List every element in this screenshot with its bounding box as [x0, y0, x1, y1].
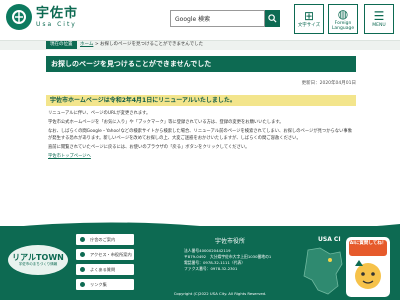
hamburger-icon: ☰	[373, 9, 385, 23]
realtown-subtitle: 宇佐市のまちづくり情報	[18, 261, 58, 266]
renewal-notice-text: 宇佐市ホームページは令和2年4月1日にリニューアルいたしました。	[50, 97, 236, 104]
breadcrumb-home-link[interactable]: ホーム	[80, 42, 93, 47]
search-icon	[268, 14, 277, 23]
paragraph: 宇佐市公式ホームページを「お気に入り」や「ブックマーク」等に登録されている方は、…	[48, 119, 284, 125]
text-size-icon: ⊞	[303, 9, 315, 23]
globe-icon: ◍	[337, 6, 349, 21]
usa-ci-logo: USA CI	[318, 236, 341, 243]
page: 宇佐市 Usa City ⊞ 文字サイズ ◍ Foreign Language …	[0, 0, 400, 300]
page-title: お探しのページを見つけることができませんでした	[51, 60, 212, 68]
breadcrumb-separator: >	[94, 42, 99, 47]
fax-number: ファクス番号：0978-32-2301	[184, 266, 238, 271]
paragraph: 直前に閲覧されていたページに戻るには、お使いのブラウザの「戻る」ボタンをクリック…	[48, 145, 250, 151]
search-input[interactable]	[170, 10, 265, 27]
city-emblem-icon	[6, 4, 32, 30]
footer-nav-item[interactable]: よくある質問	[76, 264, 134, 275]
breadcrumb: ホーム > お探しのページを見つけることができませんでした	[80, 41, 203, 49]
paragraph: なお、しばらくの間Google・Yahoo!などの検索サイトから検索した場合、リ…	[48, 128, 352, 142]
copyright: Copyright (C)2022 USA City. All Rights R…	[173, 291, 267, 296]
back-to-top-link[interactable]: 宇佐市トップページへ	[48, 154, 91, 159]
kyushu-map-icon	[303, 247, 343, 295]
breadcrumb-here-label: 現在の位置	[46, 41, 77, 49]
realtown-title: リアルTOWN	[12, 252, 64, 262]
font-size-label: 文字サイズ	[297, 23, 321, 28]
site-header: 宇佐市 Usa City ⊞ 文字サイズ ◍ Foreign Language …	[0, 0, 400, 36]
foreign-language-button[interactable]: ◍ Foreign Language	[328, 4, 358, 34]
breadcrumb-current: お探しのページを見つけることができませんでした	[100, 42, 204, 47]
site-logo[interactable]: 宇佐市 Usa City	[6, 4, 78, 30]
paragraph: リニューアルに伴い、ページのURLが変更されます。	[48, 111, 151, 116]
menu-label: MENU	[372, 23, 386, 28]
footer-nav-item[interactable]: アクセス・市役所案内	[76, 249, 134, 260]
footer-nav-item[interactable]: 庁舎のご案内	[76, 234, 134, 245]
logo-subtitle: Usa City	[36, 20, 77, 28]
updated-date: 更新日：2020年04月01日	[301, 81, 356, 86]
logo-title: 宇佐市	[36, 5, 79, 21]
city-office-name: 宇佐市役所	[214, 238, 245, 245]
search-button[interactable]	[265, 10, 280, 27]
renewal-notice: 宇佐市ホームページは令和2年4月1日にリニューアルいたしました。	[46, 95, 356, 106]
city-contact-info: 宇佐市役所 法人番号4000020442119 〒879-0492 大分県宇佐市…	[170, 236, 290, 272]
footer-nav-item[interactable]: リンク集	[76, 279, 134, 290]
realtown-banner[interactable]: リアルTOWN 宇佐市のまちづくり情報	[8, 245, 68, 275]
foreign-language-label: Foreign Language	[331, 20, 355, 31]
page-title-band: お探しのページを見つけることができませんでした	[46, 56, 356, 72]
ai-badge-text: AIに質問してね！	[349, 241, 387, 246]
menu-button[interactable]: ☰ MENU	[364, 4, 394, 34]
font-size-button[interactable]: ⊞ 文字サイズ	[294, 4, 324, 34]
main-content: リニューアルに伴い、ページのURLが変更されます。 宇佐市公式ホームページを「お…	[48, 110, 356, 162]
site-search	[170, 10, 280, 27]
